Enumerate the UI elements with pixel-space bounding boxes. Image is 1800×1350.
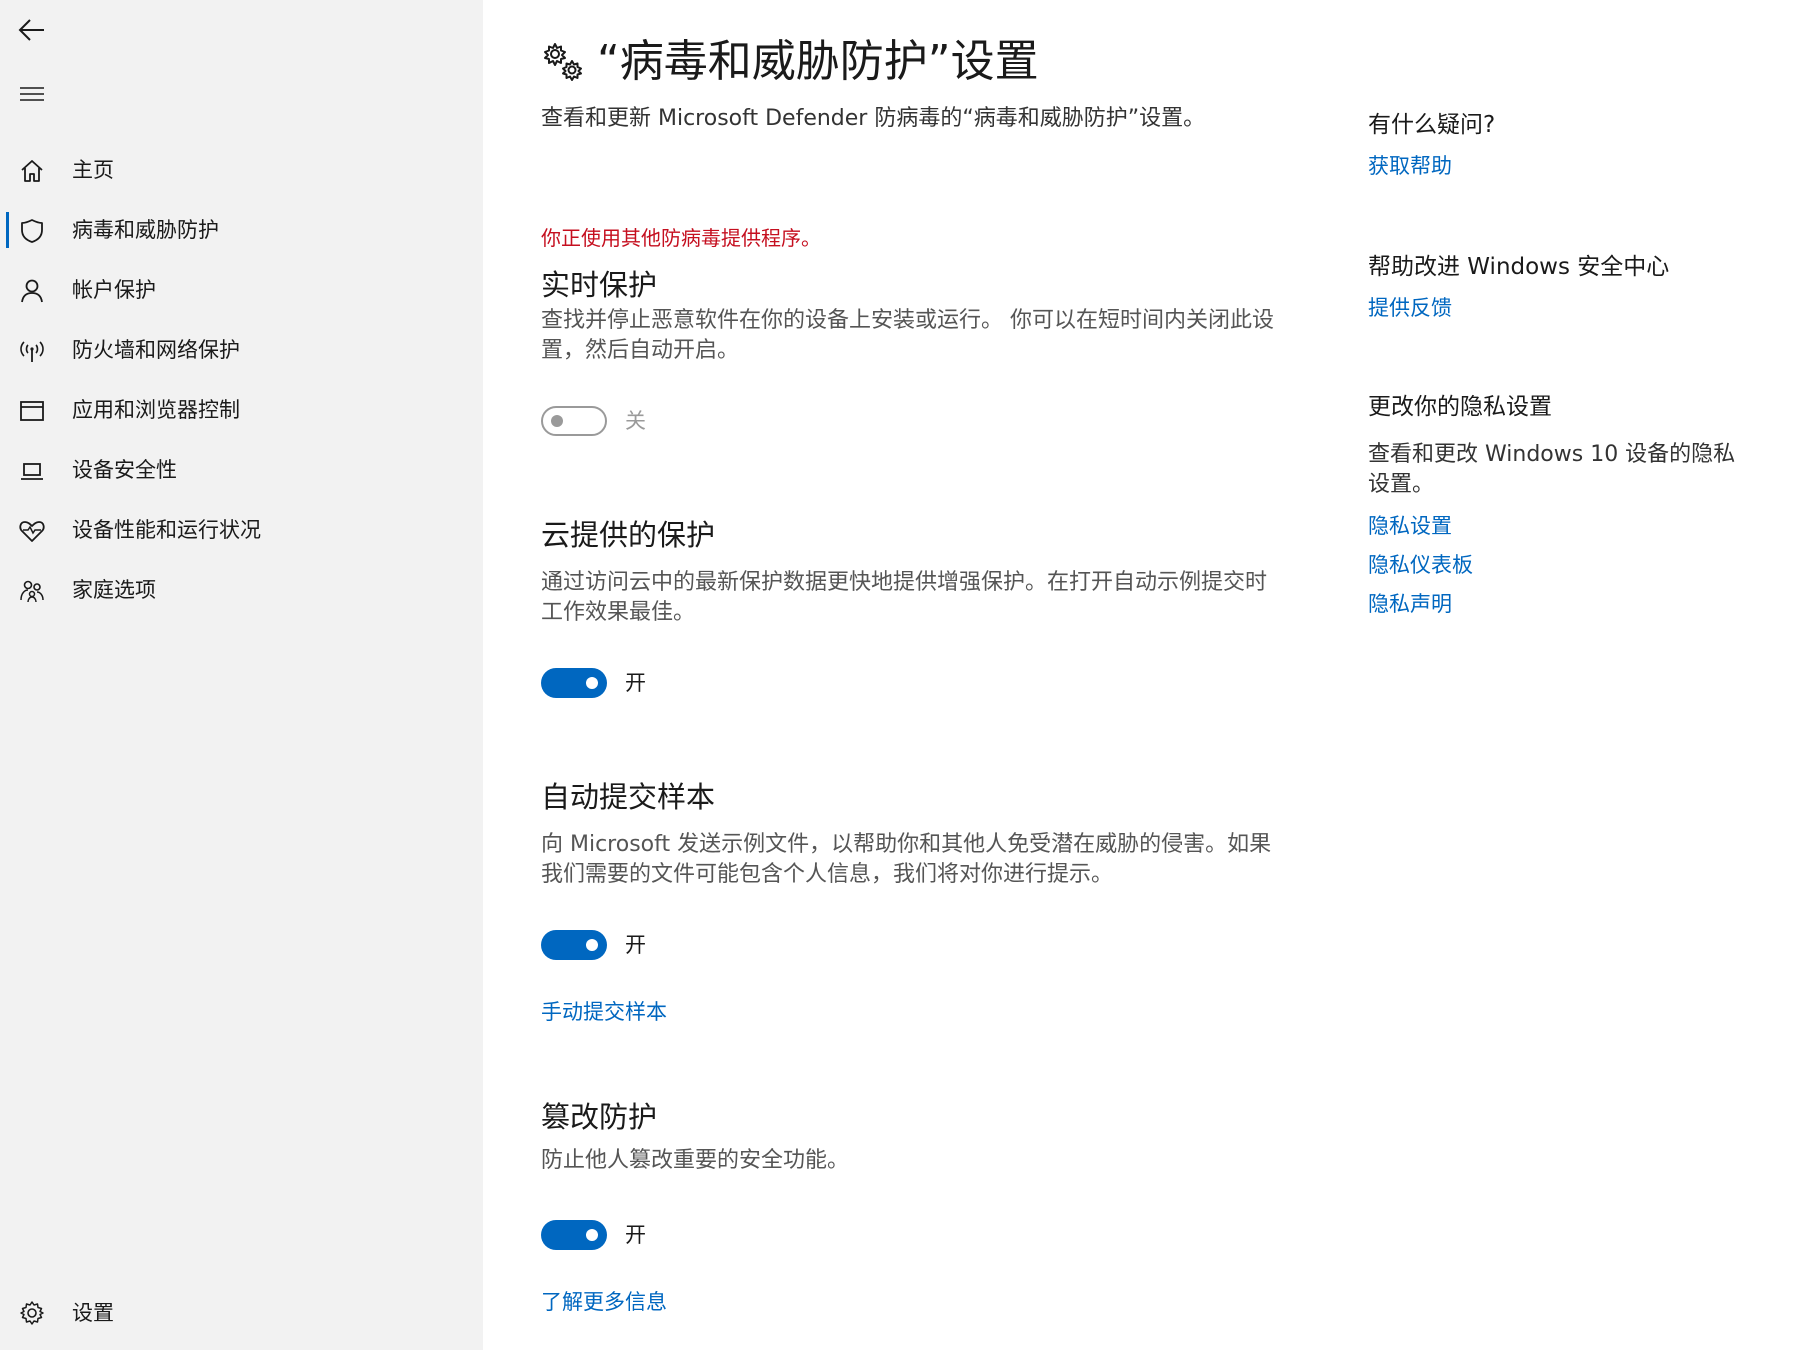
- section-tamper-protection: 篡改防护 防止他人篡改重要的安全功能。: [541, 1098, 1301, 1176]
- toggle-state-label: 关: [625, 409, 646, 433]
- toggle-switch[interactable]: [541, 668, 607, 698]
- give-feedback-link[interactable]: 提供反馈: [1368, 294, 1452, 322]
- sidebar-item-account-protection[interactable]: 帐户保护: [0, 260, 483, 320]
- toggle-state-label: 开: [625, 671, 646, 695]
- sidebar-item-label: 设备性能和运行状况: [72, 518, 261, 542]
- toggle-switch[interactable]: [541, 406, 607, 436]
- hamburger-menu-icon: [20, 87, 44, 101]
- page-header: “病毒和威胁防护”设置: [541, 34, 1039, 90]
- browser-window-icon: [19, 398, 45, 424]
- toggle-switch[interactable]: [541, 930, 607, 960]
- warning-message: 你正使用其他防病毒提供程序。: [541, 226, 821, 250]
- gears-icon: [541, 40, 585, 84]
- sidebar-item-label: 防火墙和网络保护: [72, 338, 240, 362]
- toggle-switch[interactable]: [541, 1220, 607, 1250]
- help-heading: 有什么疑问?: [1368, 112, 1496, 138]
- toggle-state-label: 开: [625, 933, 646, 957]
- tamper-protection-toggle[interactable]: 开: [541, 1220, 646, 1250]
- person-icon: [19, 278, 45, 304]
- toggle-knob: [586, 677, 598, 689]
- toggle-knob: [586, 939, 598, 951]
- back-arrow-icon: [18, 19, 44, 41]
- section-heading: 实时保护: [541, 268, 658, 302]
- privacy-dashboard-link[interactable]: 隐私仪表板: [1368, 551, 1473, 579]
- section-automatic-sample-submission: 自动提交样本 向 Microsoft 发送示例文件，以帮助你和其他人免受潜在威胁…: [541, 778, 1301, 890]
- sidebar: 主页 病毒和威胁防护 帐户保护 防火墙和网络保护 应用和浏览器控制 设备安全性 …: [0, 0, 483, 1350]
- back-button[interactable]: [10, 8, 54, 52]
- gear-icon: [19, 1300, 45, 1326]
- toggle-knob: [586, 1229, 598, 1241]
- sidebar-nav: 主页 病毒和威胁防护 帐户保护 防火墙和网络保护 应用和浏览器控制 设备安全性 …: [0, 140, 483, 620]
- sidebar-item-firewall[interactable]: 防火墙和网络保护: [0, 320, 483, 380]
- realtime-protection-toggle[interactable]: 关: [541, 406, 646, 436]
- cloud-protection-toggle[interactable]: 开: [541, 668, 646, 698]
- sidebar-item-label: 设置: [72, 1301, 114, 1325]
- privacy-heading: 更改你的隐私设置: [1368, 394, 1552, 420]
- sidebar-item-label: 帐户保护: [72, 278, 156, 302]
- improve-heading: 帮助改进 Windows 安全中心: [1368, 254, 1670, 280]
- privacy-statement-link[interactable]: 隐私声明: [1368, 590, 1452, 618]
- sidebar-item-home[interactable]: 主页: [0, 140, 483, 200]
- sidebar-item-label: 应用和浏览器控制: [72, 398, 240, 422]
- toggle-state-label: 开: [625, 1223, 646, 1247]
- section-heading: 自动提交样本: [541, 780, 716, 814]
- section-description: 通过访问云中的最新保护数据更快地提供增强保护。在打开自动示例提交时工作效果最佳。: [541, 570, 1268, 625]
- shield-icon: [19, 218, 45, 244]
- sidebar-item-label: 设备安全性: [72, 458, 177, 482]
- wireless-icon: [19, 338, 45, 364]
- home-icon: [19, 158, 45, 184]
- privacy-description: 查看和更改 Windows 10 设备的隐私设置。: [1368, 442, 1736, 497]
- page-title: “病毒和威胁防护”设置: [597, 36, 1039, 87]
- menu-button[interactable]: [10, 72, 54, 116]
- sidebar-item-label: 家庭选项: [72, 578, 156, 602]
- sidebar-item-settings[interactable]: 设置: [0, 1286, 483, 1346]
- section-heading: 篡改防护: [541, 1100, 658, 1134]
- submit-sample-manually-link[interactable]: 手动提交样本: [541, 998, 667, 1026]
- privacy-settings-link[interactable]: 隐私设置: [1368, 512, 1452, 540]
- section-description: 查找并停止恶意软件在你的设备上安装或运行。 你可以在短时间内关闭此设置，然后自动…: [541, 308, 1274, 363]
- section-description: 防止他人篡改重要的安全功能。: [541, 1148, 850, 1173]
- sidebar-item-device-security[interactable]: 设备安全性: [0, 440, 483, 500]
- family-icon: [19, 578, 45, 604]
- laptop-icon: [19, 458, 45, 484]
- sample-submission-toggle[interactable]: 开: [541, 930, 646, 960]
- section-realtime-protection: 实时保护 查找并停止恶意软件在你的设备上安装或运行。 你可以在短时间内关闭此设置…: [541, 266, 1301, 366]
- section-cloud-protection: 云提供的保护 通过访问云中的最新保护数据更快地提供增强保护。在打开自动示例提交时…: [541, 516, 1301, 628]
- sidebar-item-device-performance[interactable]: 设备性能和运行状况: [0, 500, 483, 560]
- sidebar-item-label: 病毒和威胁防护: [72, 218, 219, 242]
- sidebar-item-app-browser-control[interactable]: 应用和浏览器控制: [0, 380, 483, 440]
- sidebar-item-label: 主页: [72, 158, 114, 182]
- toggle-knob: [551, 415, 563, 427]
- section-heading: 云提供的保护: [541, 518, 716, 552]
- get-help-link[interactable]: 获取帮助: [1368, 152, 1452, 180]
- heart-pulse-icon: [19, 518, 45, 544]
- sidebar-item-family-options[interactable]: 家庭选项: [0, 560, 483, 620]
- learn-more-link[interactable]: 了解更多信息: [541, 1288, 667, 1316]
- section-description: 向 Microsoft 发送示例文件，以帮助你和其他人免受潜在威胁的侵害。如果我…: [541, 832, 1272, 887]
- sidebar-item-virus-threat-protection[interactable]: 病毒和威胁防护: [0, 200, 483, 260]
- page-subtitle: 查看和更新 Microsoft Defender 防病毒的“病毒和威胁防护”设置…: [541, 106, 1206, 131]
